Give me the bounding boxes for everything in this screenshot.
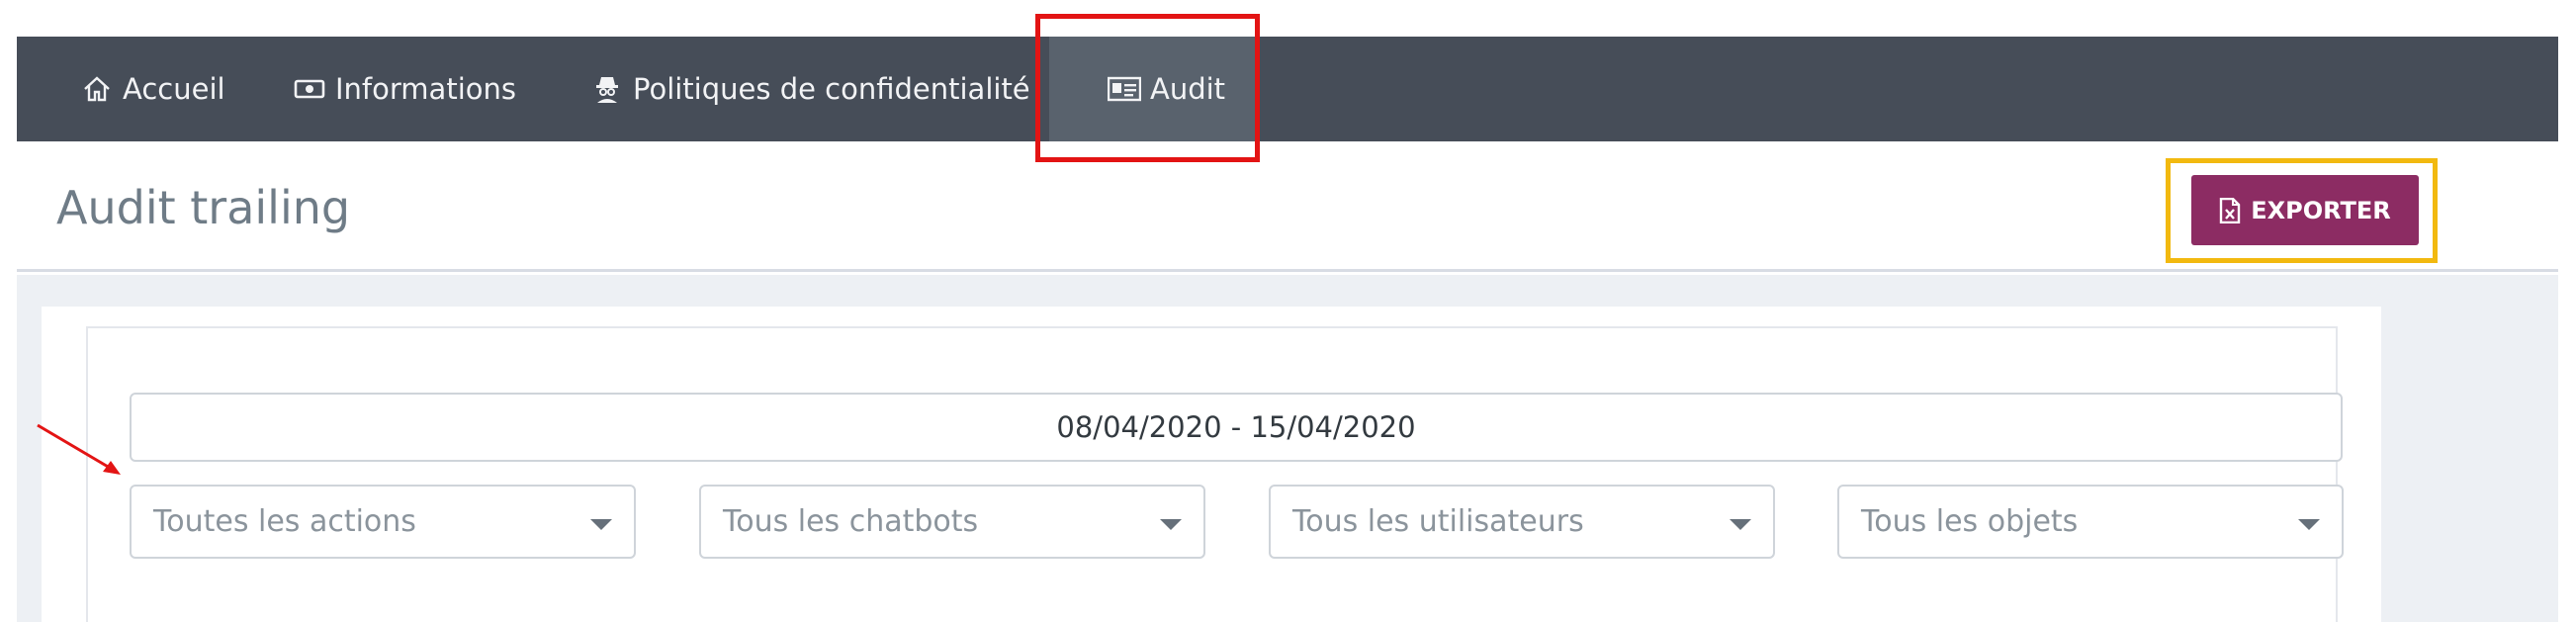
annotation-arrow-icon <box>37 423 121 475</box>
money-icon <box>292 71 327 107</box>
nav-item-informations[interactable]: Informations <box>292 37 516 141</box>
page-title: Audit trailing <box>56 181 351 234</box>
annotation-yellow-highlight <box>2166 158 2438 263</box>
caret-down-icon <box>590 519 612 530</box>
caret-down-icon <box>2298 519 2320 530</box>
nav-item-accueil[interactable]: Accueil <box>79 37 225 141</box>
select-value: Tous les chatbots <box>723 504 979 539</box>
caret-down-icon <box>1160 519 1182 530</box>
caret-down-icon <box>1730 519 1751 530</box>
chatbots-select[interactable]: Tous les chatbots <box>699 485 1205 559</box>
objects-select[interactable]: Tous les objets <box>1837 485 2344 559</box>
top-navbar: Accueil Informations Politiques de confi… <box>17 37 2558 141</box>
filter-panel <box>86 326 2338 622</box>
nav-item-politiques[interactable]: Politiques de confidentialité <box>589 37 1030 141</box>
nav-label: Informations <box>335 72 516 106</box>
screen: Accueil Informations Politiques de confi… <box>0 0 2576 622</box>
annotation-red-highlight <box>1035 14 1260 162</box>
nav-label: Accueil <box>123 72 225 106</box>
select-value: Tous les objets <box>1861 504 2079 539</box>
nav-label: Politiques de confidentialité <box>633 72 1030 106</box>
actions-select[interactable]: Toutes les actions <box>130 485 636 559</box>
select-value: Tous les utilisateurs <box>1292 504 1584 539</box>
select-value: Toutes les actions <box>153 504 416 539</box>
spy-icon <box>589 71 625 107</box>
home-icon <box>79 71 115 107</box>
users-select[interactable]: Tous les utilisateurs <box>1269 485 1775 559</box>
date-range-input[interactable]: 08/04/2020 - 15/04/2020 <box>130 393 2343 462</box>
